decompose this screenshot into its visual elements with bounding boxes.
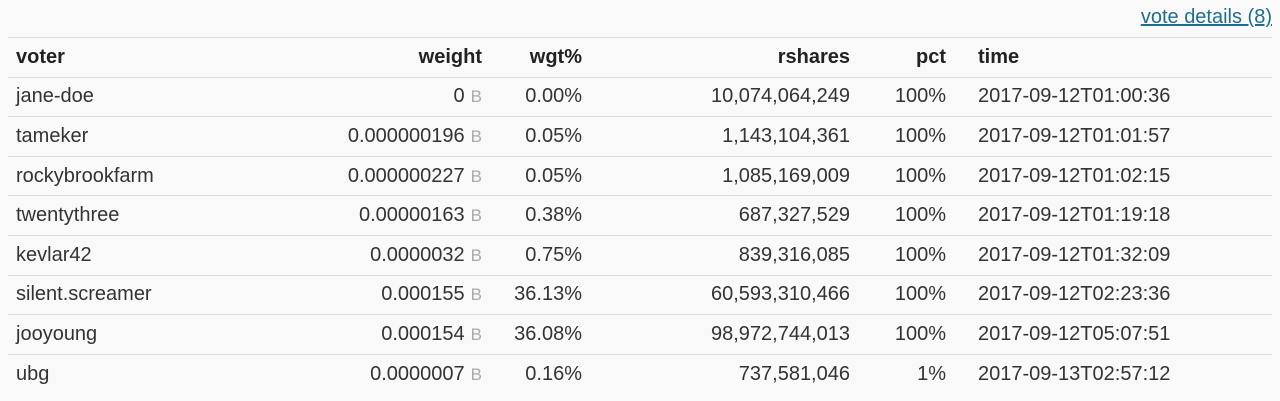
weight-unit: B bbox=[470, 324, 482, 344]
vote-weight: 0.000000227 B bbox=[270, 155, 490, 196]
table-row: kevlar42 0.0000032 B 0.75% 839,316,085 10… bbox=[8, 234, 1272, 276]
vote-time: 2017-09-12T01:19:18 bbox=[954, 195, 1272, 236]
vote-time: 2017-09-12T01:02:15 bbox=[954, 155, 1272, 196]
weight-value: 0.0000007 bbox=[370, 362, 465, 385]
vote-weight: 0.0000032 B bbox=[270, 234, 490, 276]
rshares-value: 98,972,744,013 bbox=[590, 314, 858, 355]
vote-percent: 1% bbox=[858, 353, 954, 394]
vote-time: 2017-09-12T05:07:51 bbox=[954, 314, 1272, 355]
table-row: rockybrookfarm 0.000000227 B 0.05% 1,085,… bbox=[8, 155, 1272, 196]
weight-value: 0.000000227 bbox=[347, 164, 465, 187]
weight-value: 0.000155 bbox=[381, 283, 465, 306]
vote-details-panel: vote details (8) voter weight wgt% rshar… bbox=[0, 0, 1280, 401]
vote-weight: 0.0000007 B bbox=[270, 353, 490, 394]
rshares-value: 839,316,085 bbox=[590, 234, 858, 276]
weight-value: 0.0000032 bbox=[370, 243, 465, 266]
vote-time: 2017-09-12T02:23:36 bbox=[954, 274, 1272, 315]
table-row: jooyoung 0.000154 B 36.08% 98,972,744,013… bbox=[8, 314, 1272, 355]
vote-weight: 0.000155 B bbox=[270, 274, 490, 315]
vote-percent: 100% bbox=[858, 274, 954, 315]
table-row: jane-doe 0B 0.00% 10,074,064,249 100% 20… bbox=[8, 76, 1272, 117]
vote-time: 2017-09-12T01:32:09 bbox=[954, 234, 1272, 276]
vote-time: 2017-09-12T01:01:57 bbox=[954, 116, 1272, 157]
voter-name[interactable]: jooyoung bbox=[8, 314, 270, 355]
rshares-value: 1,143,104,361 bbox=[590, 116, 858, 157]
weight-value: 0.000154 bbox=[381, 322, 465, 345]
weight-unit: B bbox=[470, 87, 482, 107]
weight-unit: B bbox=[470, 245, 482, 265]
column-header-voter[interactable]: voter bbox=[8, 37, 270, 78]
weight-percent: 0.38% bbox=[490, 195, 590, 236]
weight-percent: 0.05% bbox=[490, 116, 590, 157]
vote-time: 2017-09-13T02:57:12 bbox=[954, 353, 1272, 394]
vote-percent: 100% bbox=[858, 195, 954, 236]
column-header-rshares[interactable]: rshares bbox=[590, 37, 858, 78]
weight-unit: B bbox=[470, 166, 482, 186]
voter-name[interactable]: tameker bbox=[8, 116, 270, 157]
voter-name[interactable]: jane-doe bbox=[8, 76, 270, 117]
vote-weight: 0.000000196 B bbox=[270, 116, 490, 157]
vote-details-link[interactable]: vote details (8) bbox=[1141, 6, 1272, 29]
weight-unit: B bbox=[470, 364, 482, 384]
weight-value: 0.000000196 bbox=[347, 124, 465, 147]
table-row: ubg 0.0000007 B 0.16% 737,581,046 1% 2017… bbox=[8, 353, 1272, 394]
voter-name[interactable]: kevlar42 bbox=[8, 234, 270, 276]
column-header-time[interactable]: time bbox=[954, 37, 1272, 78]
weight-value: 0.00000163 bbox=[358, 204, 465, 227]
votes-table: voter weight wgt% rshares pct time jane-… bbox=[8, 37, 1272, 394]
vote-weight: 0.00000163 B bbox=[270, 195, 490, 236]
vote-weight: 0B bbox=[270, 76, 490, 117]
voter-name[interactable]: ubg bbox=[8, 353, 270, 394]
rshares-value: 1,085,169,009 bbox=[590, 155, 858, 196]
vote-time: 2017-09-12T01:00:36 bbox=[954, 76, 1272, 117]
vote-percent: 100% bbox=[858, 116, 954, 157]
table-row: silent.screamer 0.000155 B 36.13% 60,593,… bbox=[8, 274, 1272, 315]
column-header-wgt-pct[interactable]: wgt% bbox=[490, 37, 590, 78]
vote-percent: 100% bbox=[858, 76, 954, 117]
weight-percent: 36.13% bbox=[490, 274, 590, 315]
rshares-value: 737,581,046 bbox=[590, 353, 858, 394]
rshares-value: 687,327,529 bbox=[590, 195, 858, 236]
vote-percent: 100% bbox=[858, 234, 954, 276]
table-header-row: voter weight wgt% rshares pct time bbox=[8, 37, 1272, 78]
weight-unit: B bbox=[470, 206, 482, 226]
weight-percent: 0.00% bbox=[490, 76, 590, 117]
voter-name[interactable]: silent.screamer bbox=[8, 274, 270, 315]
table-row: tameker 0.000000196 B 0.05% 1,143,104,361… bbox=[8, 116, 1272, 157]
weight-percent: 36.08% bbox=[490, 314, 590, 355]
weight-percent: 0.16% bbox=[490, 353, 590, 394]
vote-percent: 100% bbox=[858, 155, 954, 196]
weight-percent: 0.05% bbox=[490, 155, 590, 196]
table-row: twentythree 0.00000163 B 0.38% 687,327,52… bbox=[8, 195, 1272, 236]
vote-percent: 100% bbox=[858, 314, 954, 355]
vote-weight: 0.000154 B bbox=[270, 314, 490, 355]
weight-percent: 0.75% bbox=[490, 234, 590, 276]
column-header-weight[interactable]: weight bbox=[270, 37, 490, 78]
voter-name[interactable]: twentythree bbox=[8, 195, 270, 236]
weight-value: 0 bbox=[453, 85, 465, 108]
rshares-value: 60,593,310,466 bbox=[590, 274, 858, 315]
voter-name[interactable]: rockybrookfarm bbox=[8, 155, 270, 196]
weight-unit: B bbox=[470, 285, 482, 305]
rshares-value: 10,074,064,249 bbox=[590, 76, 858, 117]
weight-unit: B bbox=[470, 126, 482, 146]
column-header-pct[interactable]: pct bbox=[858, 37, 954, 78]
